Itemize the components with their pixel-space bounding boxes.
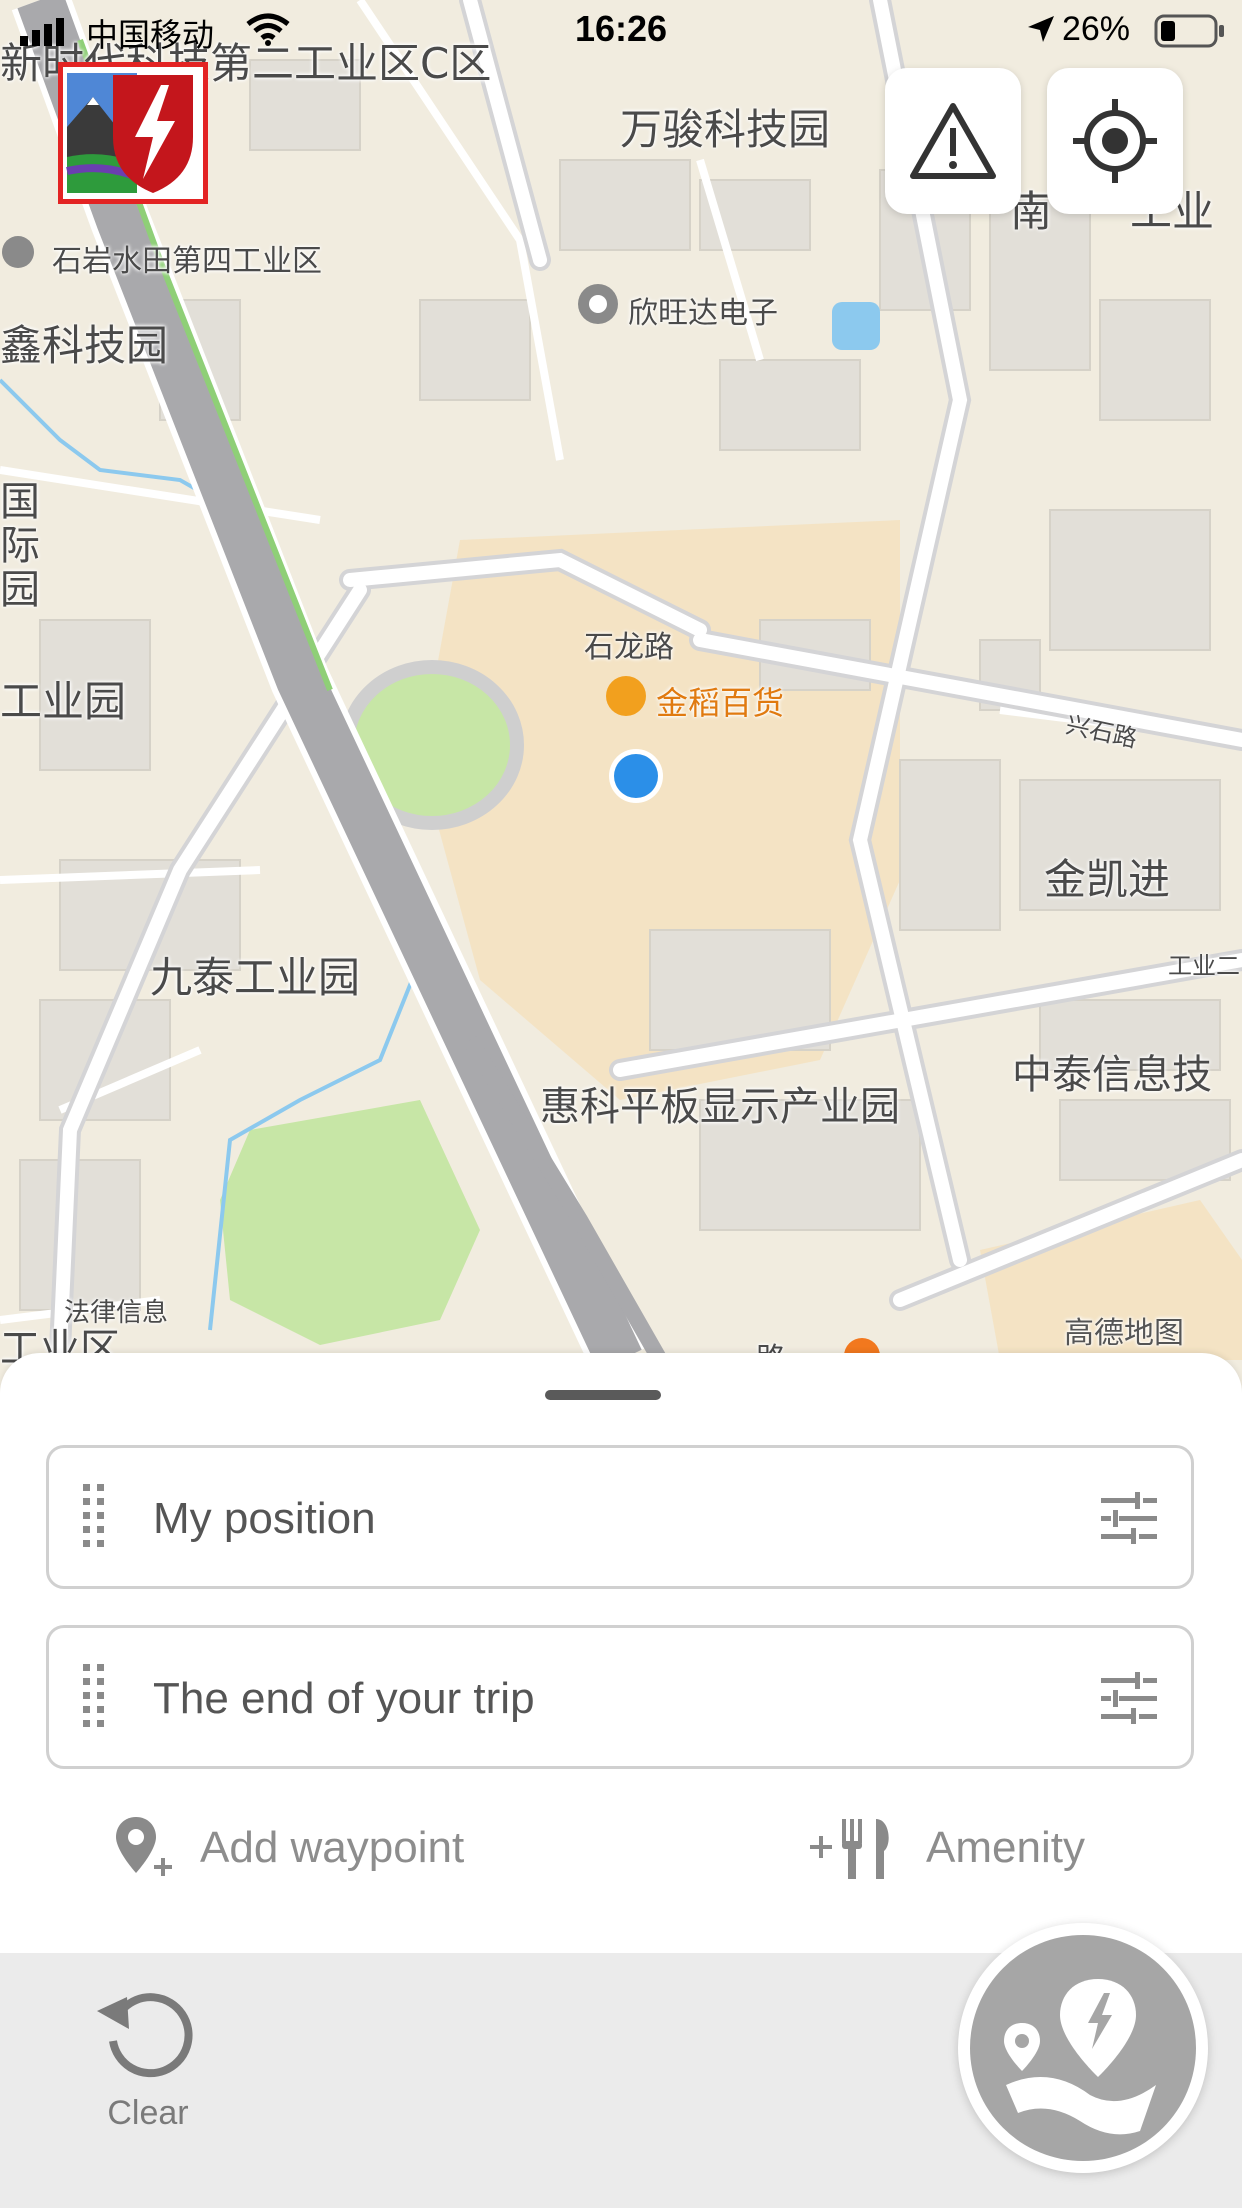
map-label-shilong-road: 石龙路 <box>584 630 674 665</box>
add-waypoint-label: Add waypoint <box>200 1823 465 1872</box>
app-logo-button[interactable] <box>58 62 208 204</box>
status-bar: 中国移动 16:26 26% <box>0 0 1242 62</box>
amenity-label: Amenity <box>926 1823 1085 1872</box>
map-label-sunwoda: 欣旺达电子 <box>628 296 778 331</box>
map-label-industrial-park-left: 工业园 <box>0 677 127 726</box>
clear-button[interactable]: Clear <box>86 1981 210 2133</box>
start-location-text[interactable]: My position <box>153 1494 376 1544</box>
warning-icon <box>910 103 996 179</box>
plan-route-button[interactable] <box>958 1923 1208 2173</box>
drag-handle-icon[interactable] <box>83 1664 107 1734</box>
restaurant-icon <box>810 1819 889 1879</box>
map-label-shiyan-industrial: 石岩水田第四工业区 <box>52 244 322 279</box>
add-pin-icon <box>116 1817 172 1876</box>
map-label-xin-tech: 鑫科技园 <box>0 321 169 370</box>
warning-button[interactable] <box>885 68 1021 214</box>
map-label-jinkaijin: 金凯进 <box>1044 855 1171 904</box>
map-label-jindao: 金稻百货 <box>656 684 785 722</box>
map-label-industrial-two: 工业二 <box>1168 952 1240 980</box>
map-label-zhongtai: 中泰信息技 <box>1012 1052 1212 1098</box>
battery-icon <box>1154 14 1224 48</box>
battery-percent: 26% <box>1061 10 1130 48</box>
location-arrow-icon <box>1028 16 1054 42</box>
start-location-field[interactable]: My position <box>46 1445 1194 1589</box>
add-waypoint-button[interactable]: Add waypoint <box>114 1813 464 1883</box>
map-attribution: 高德地图 <box>1064 1316 1184 1351</box>
locate-me-button[interactable] <box>1047 68 1183 214</box>
reset-icon <box>97 1993 193 2078</box>
map-label-wanjun: 万骏科技园 <box>620 105 831 154</box>
sliders-icon[interactable] <box>1101 1672 1157 1724</box>
sliders-icon[interactable] <box>1101 1492 1157 1544</box>
amenity-button[interactable]: Amenity <box>806 1813 1085 1883</box>
clear-label: Clear <box>107 2094 189 2132</box>
destination-field[interactable]: The end of your trip <box>46 1625 1194 1769</box>
drag-handle-icon[interactable] <box>83 1484 107 1554</box>
crosshair-icon <box>1073 99 1157 183</box>
route-charge-icon <box>1004 1979 1156 2135</box>
map-label-international: 国际 园 <box>0 479 40 613</box>
route-planner-sheet: My position The end of your trip Add way… <box>0 1353 1242 1953</box>
app-logo <box>66 73 193 193</box>
map-label-jiutai: 九泰工业园 <box>150 953 361 1002</box>
sheet-drag-handle[interactable] <box>545 1390 661 1400</box>
map-label-huike: 惠科平板显示产业园 <box>540 1084 900 1130</box>
destination-text[interactable]: The end of your trip <box>153 1674 535 1724</box>
